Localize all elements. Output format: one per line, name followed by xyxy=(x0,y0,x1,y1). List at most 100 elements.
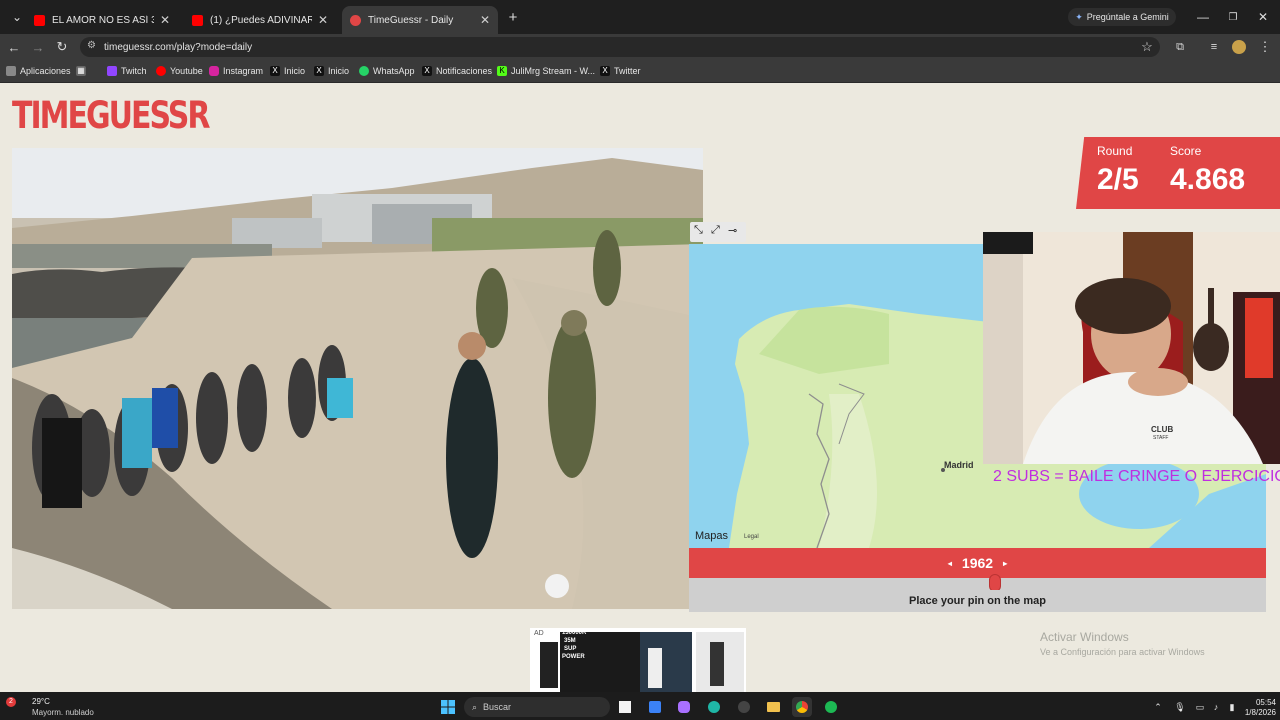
bookmark-label: Inicio xyxy=(284,66,306,76)
profile-avatar[interactable] xyxy=(1232,40,1246,54)
volume-icon[interactable]: ♪ xyxy=(1208,697,1224,717)
folder-icon[interactable] xyxy=(764,697,782,717)
bookmark-item[interactable]: X Notificaciones xyxy=(422,63,492,79)
year-value: 1962 xyxy=(961,555,994,571)
place-pin-bar[interactable]: Place your pin on the map xyxy=(689,590,1266,612)
round-label: Round xyxy=(1097,144,1133,158)
store-icon[interactable] xyxy=(646,697,664,717)
taskbar-time[interactable]: 05:54 xyxy=(1236,698,1276,707)
windows-logo-icon xyxy=(441,700,455,714)
close-icon[interactable]: ✕ xyxy=(318,13,328,27)
shrink-map-icon[interactable]: ⤢ xyxy=(711,224,720,237)
bookmark-item[interactable]: Aplicaciones xyxy=(6,63,71,79)
bookmark-item[interactable]: X Inicio xyxy=(314,63,349,79)
pin-map-icon[interactable]: ⊸ xyxy=(728,224,737,237)
bookmark-item[interactable]: WhatsApp xyxy=(359,63,415,79)
year-display: ◂ 1962 ▸ xyxy=(689,548,1266,578)
score-label: Score xyxy=(1170,144,1202,158)
ad-text: SUP xyxy=(564,646,577,652)
menu-icon[interactable]: ⋮ xyxy=(1255,38,1275,56)
timeguessr-icon xyxy=(350,14,361,26)
round-photo xyxy=(12,148,703,609)
edge-icon[interactable] xyxy=(705,697,723,717)
ad-text: 130000R xyxy=(562,630,587,636)
bookmark-label: Twitch xyxy=(121,66,147,76)
bookmark-item[interactable]: Instagram xyxy=(209,63,263,79)
webcam-overlay: CLUB STAFF xyxy=(983,232,1280,464)
pin-prompt: Place your pin on the map xyxy=(909,595,1046,607)
timeguessr-logo[interactable]: TIMEGUESSR xyxy=(12,94,210,138)
close-icon[interactable]: ✕ xyxy=(480,13,490,27)
bookmark-item[interactable]: Youtube xyxy=(156,63,203,79)
youtube-icon xyxy=(192,14,203,26)
score-panel: Round Score 2/5 4.868 xyxy=(1076,137,1280,209)
product-image xyxy=(540,642,558,688)
game-app-icon[interactable] xyxy=(735,697,753,717)
copilot-icon[interactable] xyxy=(675,697,693,717)
restore-icon[interactable]: ❐ xyxy=(1218,6,1248,28)
forward-icon[interactable]: → xyxy=(28,38,48,56)
bookmark-star-icon[interactable]: ☆ xyxy=(1137,38,1157,56)
browser-tab[interactable]: (1) ¿Puedes ADIVINAR la CANC ✕ xyxy=(184,6,336,34)
apps-grid-icon[interactable]: ▦ xyxy=(76,63,90,79)
score-value: 4.868 xyxy=(1170,163,1246,196)
beach-scene-image xyxy=(12,148,703,609)
address-bar[interactable]: ⚙ timeguessr.com/play?mode=daily xyxy=(80,37,1160,57)
url-text: timeguessr.com/play?mode=daily xyxy=(104,41,253,53)
extensions-icon[interactable]: ⧉ xyxy=(1170,38,1190,56)
ad-badge: AD xyxy=(534,630,544,637)
year-increment-icon[interactable]: ▸ xyxy=(1003,559,1007,568)
bookmark-item[interactable]: Twitch xyxy=(107,63,147,79)
network-icon[interactable]: ▭ xyxy=(1192,697,1208,717)
file-explorer-icon[interactable] xyxy=(616,697,634,717)
bookmark-item[interactable]: K JuliMrg Stream - W... xyxy=(497,63,595,79)
chrome-icon[interactable] xyxy=(792,697,812,717)
advertisement[interactable]: AD 130000R 35M SUP POWER xyxy=(530,628,746,692)
back-icon[interactable]: ← xyxy=(4,38,24,56)
product-image xyxy=(710,642,724,686)
minimize-icon[interactable]: — xyxy=(1188,6,1218,28)
expand-map-icon[interactable]: ⤡ xyxy=(694,224,703,237)
bookmark-item[interactable]: X Twitter xyxy=(600,63,641,79)
media-icon[interactable]: ≡ xyxy=(1204,38,1224,56)
gemini-icon: ✦ xyxy=(1075,11,1083,22)
tray-overflow-icon[interactable]: ⌃ xyxy=(1150,697,1166,717)
bookmark-label: JuliMrg Stream - W... xyxy=(511,66,596,76)
bookmark-item[interactable]: X Inicio xyxy=(270,63,305,79)
close-icon[interactable]: ✕ xyxy=(160,13,170,27)
start-icon[interactable] xyxy=(438,697,458,717)
spotify-icon[interactable] xyxy=(822,697,840,717)
weather-temperature[interactable]: 29°C xyxy=(32,697,50,706)
taskbar-search-input[interactable]: ⌕ Buscar xyxy=(464,697,610,717)
shirt-logo: CLUB xyxy=(1151,425,1173,434)
map-tools: ⤡ ⤢ ⊸ xyxy=(690,222,746,242)
shirt-text: STAFF xyxy=(1153,435,1168,441)
map-attribution: Mapas xyxy=(695,530,728,542)
browser-tab[interactable]: EL AMOR NO ES ASÍ 3/4 - YouT ✕ xyxy=(26,6,178,34)
year-slider[interactable] xyxy=(689,574,1266,592)
site-info-icon[interactable]: ⚙ xyxy=(87,40,96,51)
ad-text: 35M xyxy=(564,638,576,644)
bookmark-label: Notificaciones xyxy=(436,66,493,76)
microphone-icon[interactable]: 🎙 xyxy=(1172,697,1188,717)
reload-icon[interactable]: ↻ xyxy=(52,38,72,56)
search-placeholder: Buscar xyxy=(483,702,512,712)
year-decrement-icon[interactable]: ◂ xyxy=(948,559,952,568)
search-icon: ⌕ xyxy=(472,701,478,712)
windows-taskbar xyxy=(0,692,1280,720)
ad-text: POWER xyxy=(562,654,585,660)
bookmark-label: Youtube xyxy=(170,66,203,76)
close-window-icon[interactable]: ✕ xyxy=(1248,6,1278,28)
new-tab-icon[interactable]: + xyxy=(498,6,528,28)
round-value: 2/5 xyxy=(1097,163,1139,196)
map-legal-link[interactable]: Legal xyxy=(744,534,759,540)
product-image xyxy=(648,648,662,688)
youtube-icon xyxy=(34,14,45,26)
map-attribution-text: Mapas xyxy=(695,530,729,542)
bookmark-label: WhatsApp xyxy=(373,66,415,76)
taskbar-date[interactable]: 1/8/2026 xyxy=(1226,708,1276,717)
gemini-button[interactable]: ✦ Pregúntale a Gemini xyxy=(1068,8,1176,26)
stream-overlay-text: 2 SUBS = BAILE CRINGE O EJERCICIO xyxy=(993,468,1280,485)
weather-condition[interactable]: Mayorm. nublado xyxy=(32,708,94,717)
browser-tab-active[interactable]: TimeGuessr - Daily ✕ xyxy=(342,6,498,34)
